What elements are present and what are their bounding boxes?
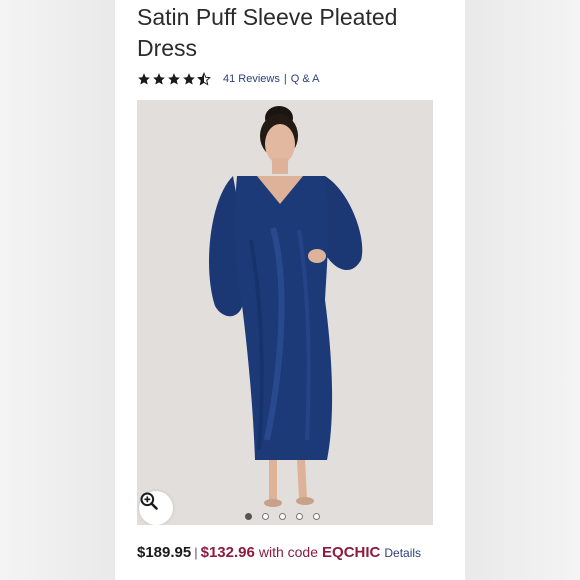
price-row: $189.95 | $132.96 with code EQCHIC Detai… — [137, 544, 421, 561]
carousel-dot[interactable] — [313, 513, 320, 520]
qa-link[interactable]: Q & A — [291, 73, 320, 85]
carousel-dot[interactable] — [262, 513, 269, 520]
promo-code: EQCHIC — [322, 544, 381, 561]
carousel-dot[interactable] — [296, 513, 303, 520]
model-photo — [137, 100, 433, 525]
carousel-dot[interactable] — [245, 513, 252, 520]
sale-price: $132.96 — [200, 544, 255, 561]
price-separator: | — [194, 545, 198, 560]
zoom-in-icon — [140, 492, 158, 510]
half-star-icon — [197, 72, 211, 86]
star-icon — [138, 73, 150, 85]
details-link[interactable]: Details — [384, 546, 421, 560]
product-image[interactable] — [137, 100, 433, 525]
product-card: Satin Puff Sleeve Pleated Dress 41 Revie… — [115, 0, 465, 580]
product-title: Satin Puff Sleeve Pleated Dress — [137, 4, 398, 61]
right-background — [465, 0, 580, 580]
rating-row: 41 Reviews | Q & A — [137, 70, 319, 88]
left-background — [0, 0, 115, 580]
original-price: $189.95 — [137, 544, 192, 561]
carousel-dots — [245, 513, 320, 520]
star-rating — [137, 72, 211, 86]
reviews-link[interactable]: 41 Reviews — [223, 73, 280, 85]
rating-separator: | — [283, 73, 287, 85]
star-icon — [183, 73, 195, 85]
star-icon — [168, 73, 180, 85]
carousel-dot[interactable] — [279, 513, 286, 520]
zoom-button[interactable] — [139, 491, 173, 525]
star-icon — [153, 73, 165, 85]
promo-code-prefix: with code — [258, 544, 319, 560]
